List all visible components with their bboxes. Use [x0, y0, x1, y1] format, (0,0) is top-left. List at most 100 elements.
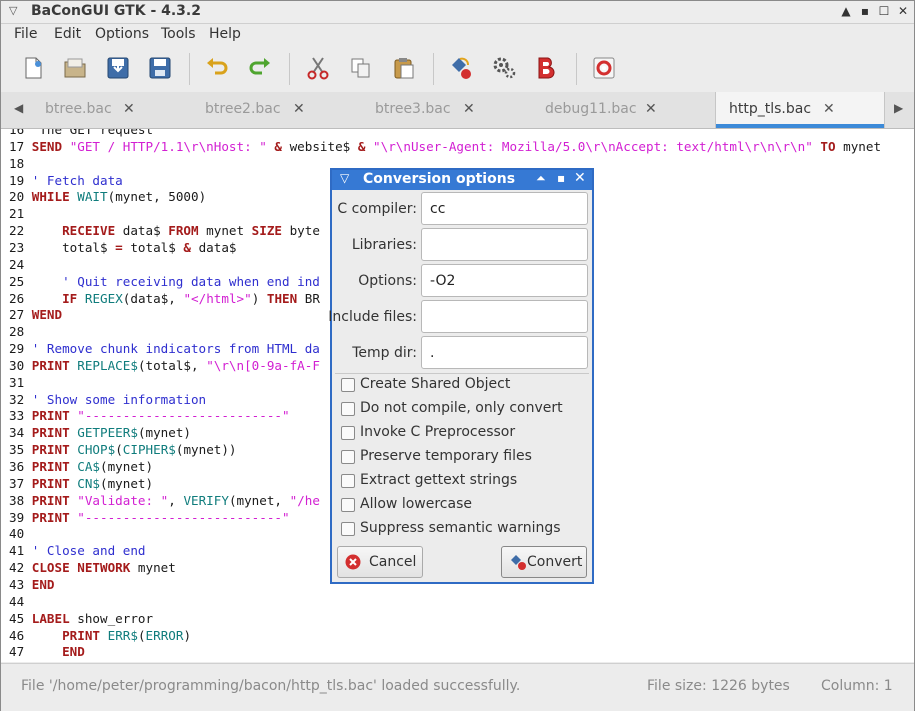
suppress-warnings-checkbox[interactable] [341, 522, 355, 536]
line-code: PRINT CA$(mynet) [31, 459, 154, 474]
tab-http-tls[interactable]: http_tls.bac ✕ [715, 92, 885, 128]
allow-lowercase-checkbox[interactable] [341, 498, 355, 512]
libraries-label: Libraries: [351, 237, 417, 253]
code-line: 36 PRINT CA$(mynet) [9, 458, 153, 475]
tab-scroll-right-icon[interactable]: ▶ [894, 101, 903, 115]
tab-btree[interactable]: btree.bac ✕ [31, 92, 171, 128]
settings-icon[interactable] [491, 55, 517, 81]
convert-button[interactable]: Convert [501, 546, 587, 578]
copy-icon[interactable] [348, 55, 374, 81]
code-line: 25 ' Quit receiving data when end ind [9, 273, 320, 290]
tab-debug11[interactable]: debug11.bac ✕ [531, 92, 681, 128]
invoke-preprocessor-label[interactable]: Invoke C Preprocessor [360, 424, 515, 440]
code-line: 19 ' Fetch data [9, 172, 123, 189]
new-file-icon[interactable] [20, 55, 46, 81]
open-file-icon[interactable] [62, 55, 88, 81]
close-icon[interactable]: ✕ [896, 4, 910, 18]
dialog-menu-icon[interactable]: ▽ [340, 171, 349, 185]
menu-help[interactable]: Help [209, 26, 241, 42]
extract-gettext-label[interactable]: Extract gettext strings [360, 472, 517, 488]
line-number: 42 [9, 560, 32, 576]
tab-btree2[interactable]: btree2.bac ✕ [191, 92, 331, 128]
preserve-temp-files-label[interactable]: Preserve temporary files [360, 448, 532, 464]
menu-edit[interactable]: Edit [54, 26, 81, 42]
code-line: 35 PRINT CHOP$(CIPHER$(mynet)) [9, 441, 237, 458]
code-line: 40 [9, 525, 32, 542]
preserve-temp-files-checkbox[interactable] [341, 450, 355, 464]
dialog-close-icon[interactable]: ✕ [574, 170, 586, 186]
save-as-icon[interactable] [147, 55, 173, 81]
code-line: 18 [9, 155, 32, 172]
redo-icon[interactable] [247, 55, 273, 81]
code-line: 46 PRINT ERR$(ERROR) [9, 627, 191, 644]
include-files-label: Include files: [328, 309, 417, 325]
toolbar-separator [189, 53, 190, 85]
invoke-preprocessor-checkbox[interactable] [341, 426, 355, 440]
status-filesize: File size: 1226 bytes [647, 678, 790, 694]
undo-icon[interactable] [204, 55, 230, 81]
line-number: 26 [9, 290, 32, 306]
status-message: File '/home/peter/programming/bacon/http… [21, 678, 521, 694]
tab-btree3[interactable]: btree3.bac ✕ [361, 92, 501, 128]
options-field[interactable] [421, 264, 588, 297]
line-number: 36 [9, 459, 32, 474]
help-icon[interactable] [591, 55, 617, 81]
only-convert-checkbox[interactable] [341, 402, 355, 416]
save-icon[interactable] [105, 55, 131, 81]
dialog-title-bar: ▽ Conversion options ⏶ ▪ ✕ [332, 170, 592, 190]
libraries-field[interactable] [421, 228, 588, 261]
dialog-separator [335, 373, 589, 374]
dialog-title: Conversion options [363, 171, 516, 187]
include-files-field[interactable] [421, 300, 588, 333]
line-number: 23 [9, 239, 32, 255]
line-number: 19 [9, 172, 32, 188]
toolbar-separator [289, 53, 290, 85]
line-number: 44 [9, 593, 32, 609]
extract-gettext-checkbox[interactable] [341, 474, 355, 488]
allow-lowercase-label[interactable]: Allow lowercase [360, 496, 472, 512]
cancel-button[interactable]: Cancel [337, 546, 423, 578]
c-compiler-field[interactable] [421, 192, 588, 225]
code-line: 23 total$ = total$ & data$ [9, 239, 237, 256]
line-number: 38 [9, 492, 32, 508]
code-line: 30 PRINT REPLACE$(total$, "\r\n[0-9a-fA-… [9, 357, 320, 374]
menu-options[interactable]: Options [95, 26, 149, 42]
tab-close-icon[interactable]: ✕ [463, 101, 475, 117]
line-number: 25 [9, 273, 32, 289]
dialog-maximize-icon[interactable]: ▪ [557, 171, 565, 185]
paste-icon[interactable] [391, 55, 417, 81]
menu-tools[interactable]: Tools [161, 26, 196, 42]
create-shared-object-label[interactable]: Create Shared Object [360, 376, 510, 392]
code-line: 27 WEND [9, 306, 62, 323]
maximize-icon[interactable]: ☐ [877, 4, 891, 18]
line-number: 37 [9, 475, 32, 491]
tab-scroll-left-icon[interactable]: ◀ [14, 101, 23, 115]
tab-close-icon[interactable]: ✕ [645, 101, 657, 117]
code-line: 43 END [9, 576, 55, 593]
menu-file[interactable]: File [14, 26, 37, 42]
minimize-icon[interactable]: ▲ [839, 4, 853, 18]
dialog-shade-icon[interactable]: ⏶ [536, 171, 546, 186]
code-line: 37 PRINT CN$(mynet) [9, 475, 153, 492]
tab-close-icon[interactable]: ✕ [123, 101, 135, 117]
line-number: 33 [9, 408, 32, 424]
only-convert-label[interactable]: Do not compile, only convert [360, 400, 563, 416]
convert-icon[interactable] [448, 55, 474, 81]
window-menu-icon[interactable]: ▽ [9, 5, 21, 17]
cut-icon[interactable] [305, 55, 331, 81]
code-line: 17 SEND "GET / HTTP/1.1\r\nHost: " & web… [9, 138, 881, 155]
tab-close-icon[interactable]: ✕ [823, 101, 835, 117]
create-shared-object-checkbox[interactable] [341, 378, 355, 392]
line-code: ' Quit receiving data when end ind [31, 273, 320, 289]
line-number: 24 [9, 256, 32, 272]
temp-dir-field[interactable] [421, 336, 588, 369]
bacon-icon[interactable] [533, 55, 559, 81]
tab-close-icon[interactable]: ✕ [293, 101, 305, 117]
menu-bar: File Edit Options Tools Help [1, 24, 914, 46]
shade-icon[interactable]: ▪ [858, 4, 872, 18]
line-number: 43 [9, 576, 32, 592]
code-line: 20 WHILE WAIT(mynet, 5000) [9, 188, 206, 205]
line-number: 34 [9, 425, 32, 441]
window-title: BaConGUI GTK - 4.3.2 [31, 3, 201, 19]
suppress-warnings-label[interactable]: Suppress semantic warnings [360, 520, 561, 536]
